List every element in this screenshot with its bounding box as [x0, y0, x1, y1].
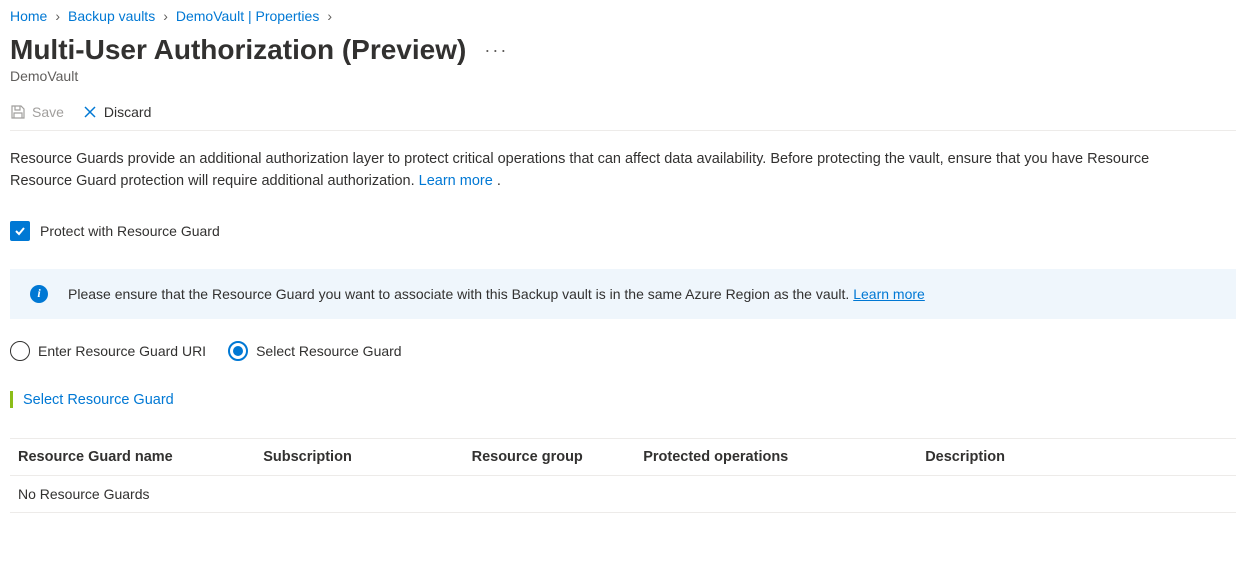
info-icon: i [30, 285, 48, 303]
more-actions-button[interactable]: ··· [480, 37, 512, 63]
intro-text: Resource Guards provide an additional au… [10, 149, 1236, 193]
radio-select-guard[interactable]: Select Resource Guard [228, 341, 402, 361]
radio-icon-selected [228, 341, 248, 361]
radio-label-enter-uri: Enter Resource Guard URI [38, 343, 206, 359]
radio-group: Enter Resource Guard URI Select Resource… [10, 341, 1236, 361]
breadcrumb-home[interactable]: Home [10, 8, 47, 24]
select-resource-guard-link[interactable]: Select Resource Guard [23, 392, 174, 408]
empty-state-text: No Resource Guards [10, 475, 1236, 512]
col-resource-group[interactable]: Resource group [464, 438, 636, 475]
table-row: No Resource Guards [10, 475, 1236, 512]
chevron-right-icon: › [163, 8, 168, 24]
col-protected-operations[interactable]: Protected operations [635, 438, 917, 475]
close-icon [82, 104, 98, 120]
breadcrumb: Home › Backup vaults › DemoVault | Prope… [10, 8, 1236, 24]
toolbar: Save Discard [10, 96, 1236, 131]
info-learn-more-link[interactable]: Learn more [853, 286, 925, 302]
chevron-right-icon: › [327, 8, 332, 24]
intro-line2: Resource Guard protection will require a… [10, 173, 419, 189]
info-box: i Please ensure that the Resource Guard … [10, 269, 1236, 319]
save-icon [10, 104, 26, 120]
radio-enter-uri[interactable]: Enter Resource Guard URI [10, 341, 206, 361]
page-title: Multi-User Authorization (Preview) [10, 34, 466, 66]
discard-button[interactable]: Discard [82, 104, 151, 120]
discard-label: Discard [104, 104, 151, 120]
radio-icon [10, 341, 30, 361]
check-icon [13, 224, 27, 238]
protect-checkbox[interactable] [10, 221, 30, 241]
breadcrumb-backup-vaults[interactable]: Backup vaults [68, 8, 155, 24]
intro-line1: Resource Guards provide an additional au… [10, 151, 1149, 167]
save-label: Save [32, 104, 64, 120]
page-subtitle: DemoVault [10, 68, 1236, 84]
radio-label-select-guard: Select Resource Guard [256, 343, 402, 359]
info-text: Please ensure that the Resource Guard yo… [68, 286, 853, 302]
col-resource-guard-name[interactable]: Resource Guard name [10, 438, 255, 475]
breadcrumb-demovault-properties[interactable]: DemoVault | Properties [176, 8, 319, 24]
col-description[interactable]: Description [917, 438, 1236, 475]
save-button[interactable]: Save [10, 104, 64, 120]
learn-more-link[interactable]: Learn more [419, 173, 493, 189]
col-subscription[interactable]: Subscription [255, 438, 463, 475]
protect-checkbox-label: Protect with Resource Guard [40, 223, 220, 239]
resource-guard-table: Resource Guard name Subscription Resourc… [10, 438, 1236, 513]
chevron-right-icon: › [55, 8, 60, 24]
